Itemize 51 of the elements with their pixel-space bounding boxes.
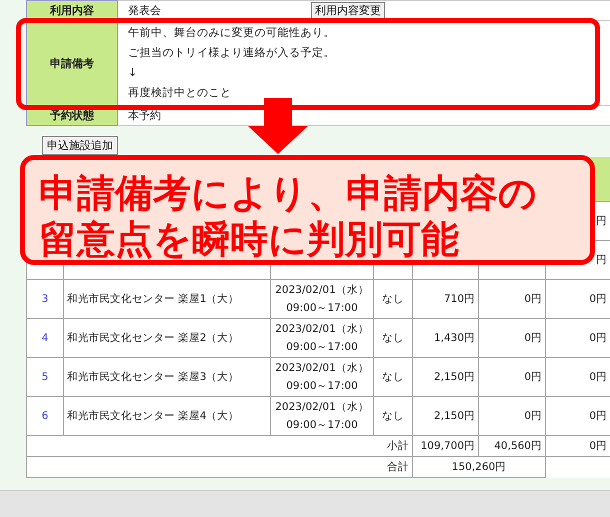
field-label: 利用内容 [26,0,118,20]
change-button[interactable]: 利用内容変更 [311,2,385,19]
table-cell: 0円 [524,293,542,305]
table-cell: 2,150円 [434,410,475,422]
row-number-link[interactable]: 6 [42,410,48,422]
subtotal-value: 109,700円 [420,440,475,452]
callout-text: 申請備考により、申請内容の留意点を瞬時に判別可能 [39,170,538,262]
table-cell: 0円 [589,371,607,383]
field-value: 発表会 [128,3,161,18]
table-cell: 円 [596,215,607,227]
subtotal-label: 小計 [387,440,409,452]
total-value: 150,260円 [452,461,506,473]
field-value: 本予約 [128,108,161,123]
table-cell-text: 2023/02/01（水） [274,283,370,298]
table-cell: 0円 [589,293,607,305]
table-cell: なし [382,293,404,305]
field-label: 申請備考 [26,20,118,106]
table-cell: 円 [596,254,607,266]
table-cell: 1,430円 [434,332,475,344]
total-label: 合計 [387,461,409,473]
table-cell-text: 2023/02/01（水） [274,361,370,376]
table-cell: 和光市民文化センター 楽屋3（大） [67,371,239,383]
subtotal-value: 0円 [589,440,607,452]
table-cell: 0円 [524,410,542,422]
row-number-link[interactable]: 3 [42,293,48,305]
table-cell-text: 09:00～17:00 [285,301,359,316]
table-cell: なし [382,332,404,344]
table-cell: 710円 [444,293,475,305]
table-cell-text: 09:00～17:00 [285,418,359,433]
subtotal-value: 40,560円 [494,440,542,452]
table-cell: 和光市民文化センター 楽屋1（大） [67,293,239,305]
row-number-link[interactable]: 4 [42,332,48,344]
table-cell: 0円 [524,371,542,383]
row-number-link[interactable]: 5 [42,371,48,383]
note-line: ↓ [128,65,139,81]
table-cell: なし [382,371,404,383]
table-cell-text: 09:00～17:00 [285,379,359,394]
table-cell: 和光市民文化センター 楽屋4（大） [67,410,239,422]
table-cell-text: 2023/02/01（水） [274,400,370,415]
table-cell: 2,150円 [434,371,475,383]
table-cell-text: 2023/02/01（水） [274,322,370,337]
table-cell: 0円 [524,332,542,344]
table-cell: 0円 [589,332,607,344]
table-cell-text: 09:00～17:00 [285,340,359,355]
add-facility-button[interactable]: 申込施設追加 [42,136,118,155]
note-line: ご担当のトリイ様より連絡が入る予定。 [128,45,336,61]
table-cell: 和光市民文化センター 楽屋2（大） [67,332,239,344]
note-line: 午前中、舞台のみに変更の可能性あり。 [128,25,336,41]
table-cell: なし [382,410,404,422]
table-cell: 0円 [589,410,607,422]
note-line: 再度検討中とのこと [128,85,232,101]
